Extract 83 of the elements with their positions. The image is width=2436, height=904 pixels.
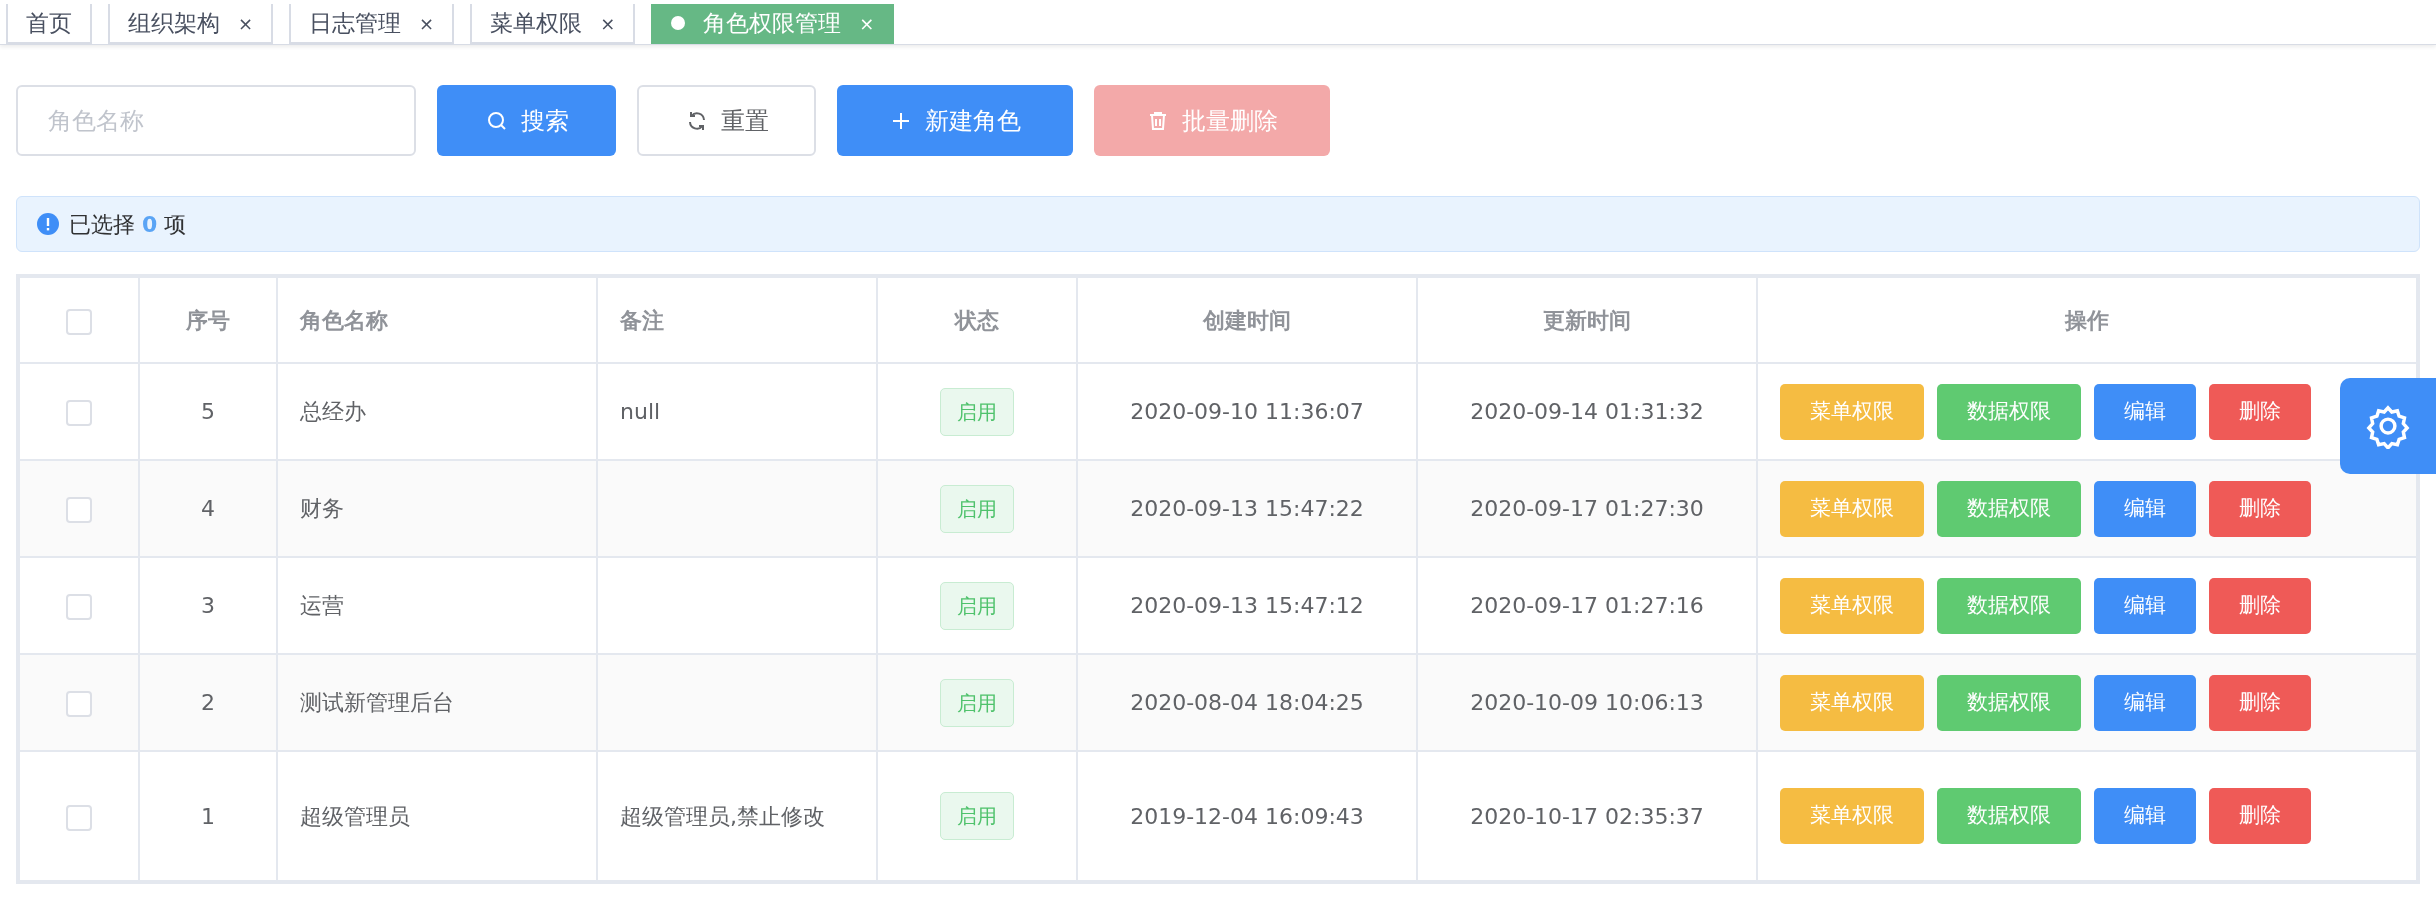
row-checkbox[interactable] [66, 497, 92, 523]
edit-button[interactable]: 编辑 [2094, 577, 2196, 634]
tab-label: 菜单权限 [490, 8, 583, 38]
updated-time: 2020-10-09 10:06:13 [1470, 690, 1704, 715]
close-icon: × [859, 9, 875, 37]
menu-permission-button[interactable]: 菜单权限 [1780, 480, 1924, 537]
active-dot-icon [671, 16, 686, 30]
close-icon: × [600, 9, 616, 37]
menu-permission-button[interactable]: 菜单权限 [1780, 383, 1924, 440]
tab[interactable]: 组织架构 × [108, 4, 274, 44]
data-permission-button[interactable]: 数据权限 [1937, 674, 2081, 731]
updated-time: 2020-09-17 01:27:30 [1470, 496, 1704, 521]
column-header: 序号 [186, 307, 230, 333]
delete-button[interactable]: 删除 [2209, 383, 2311, 440]
status-tag: 启用 [940, 581, 1014, 630]
tab[interactable]: 首页 [6, 4, 92, 44]
column-header: 更新时间 [1543, 307, 1631, 333]
updated-time: 2020-10-17 02:35:37 [1470, 803, 1704, 829]
delete-button[interactable]: 删除 [2209, 480, 2311, 537]
menu-permission-button[interactable]: 菜单权限 [1780, 577, 1924, 634]
reset-button[interactable]: 重置 [637, 85, 816, 156]
data-permission-button[interactable]: 数据权限 [1937, 788, 2081, 844]
edit-button[interactable]: 编辑 [2094, 480, 2196, 537]
remark-text: null [620, 399, 661, 424]
selection-count-text: 已选择 0 项 [69, 210, 187, 239]
edit-button[interactable]: 编辑 [2094, 383, 2196, 440]
row-number: 5 [201, 399, 215, 424]
search-button[interactable]: 搜索 [437, 85, 616, 156]
menu-permission-button[interactable]: 菜单权限 [1780, 674, 1924, 731]
select-all-checkbox[interactable] [66, 308, 92, 335]
updated-time: 2020-09-14 01:31:32 [1470, 399, 1704, 424]
data-permission-button[interactable]: 数据权限 [1937, 577, 2081, 634]
role-name: 测试新管理后台 [300, 690, 454, 715]
menu-permission-button[interactable]: 菜单权限 [1780, 788, 1924, 844]
close-icon: × [238, 9, 254, 37]
row-checkbox[interactable] [66, 594, 92, 620]
created-time: 2020-08-04 18:04:25 [1130, 690, 1364, 715]
row-checkbox[interactable] [66, 804, 92, 831]
delete-button[interactable]: 删除 [2209, 788, 2311, 844]
row-number: 1 [201, 803, 215, 829]
edit-button[interactable]: 编辑 [2094, 674, 2196, 731]
column-header: 创建时间 [1203, 307, 1291, 333]
edit-button[interactable]: 编辑 [2094, 788, 2196, 844]
row-number: 4 [201, 496, 215, 521]
role-name: 总经办 [300, 399, 366, 424]
created-time: 2019-12-04 16:09:43 [1130, 803, 1364, 829]
data-permission-button[interactable]: 数据权限 [1937, 480, 2081, 537]
row-number: 2 [201, 690, 215, 715]
column-header: 备注 [620, 307, 664, 333]
delete-button[interactable]: 删除 [2209, 577, 2311, 634]
created-time: 2020-09-13 15:47:22 [1130, 496, 1364, 521]
status-tag: 启用 [940, 387, 1014, 436]
create-button[interactable]: 新建角色 [837, 85, 1073, 156]
data-permission-button[interactable]: 数据权限 [1937, 383, 2081, 440]
status-tag: 启用 [940, 678, 1014, 727]
tab-label: 日志管理 [309, 8, 402, 38]
remark-text: 超级管理员,禁止修改 [620, 803, 825, 829]
info-icon [37, 213, 59, 235]
tab-label: 首页 [26, 8, 72, 38]
delete-button[interactable]: 删除 [2209, 674, 2311, 731]
settings-icon [2365, 403, 2411, 449]
role-name: 财务 [300, 496, 344, 521]
settings-button[interactable] [2340, 378, 2436, 474]
role-name: 运营 [300, 593, 344, 618]
row-checkbox[interactable] [66, 691, 92, 717]
column-header: 状态 [955, 307, 999, 333]
column-header: 操作 [2065, 307, 2109, 333]
close-icon: × [419, 9, 435, 37]
tab-label: 组织架构 [128, 8, 220, 38]
status-tag: 启用 [940, 792, 1014, 840]
column-header: 角色名称 [300, 307, 388, 333]
search-field[interactable]: 角色名称 [16, 85, 416, 156]
row-number: 3 [201, 593, 215, 618]
created-time: 2020-09-13 15:47:12 [1130, 593, 1364, 618]
tab[interactable]: 角色权限管理 × [651, 4, 895, 44]
role-name: 超级管理员 [300, 803, 410, 829]
status-tag: 启用 [940, 484, 1014, 533]
tab[interactable]: 日志管理 × [289, 4, 455, 44]
tab[interactable]: 菜单权限 × [470, 4, 636, 44]
updated-time: 2020-09-17 01:27:16 [1470, 593, 1704, 618]
tab-label: 角色权限管理 [703, 8, 842, 38]
row-checkbox[interactable] [66, 400, 92, 426]
created-time: 2020-09-10 11:36:07 [1130, 399, 1364, 424]
